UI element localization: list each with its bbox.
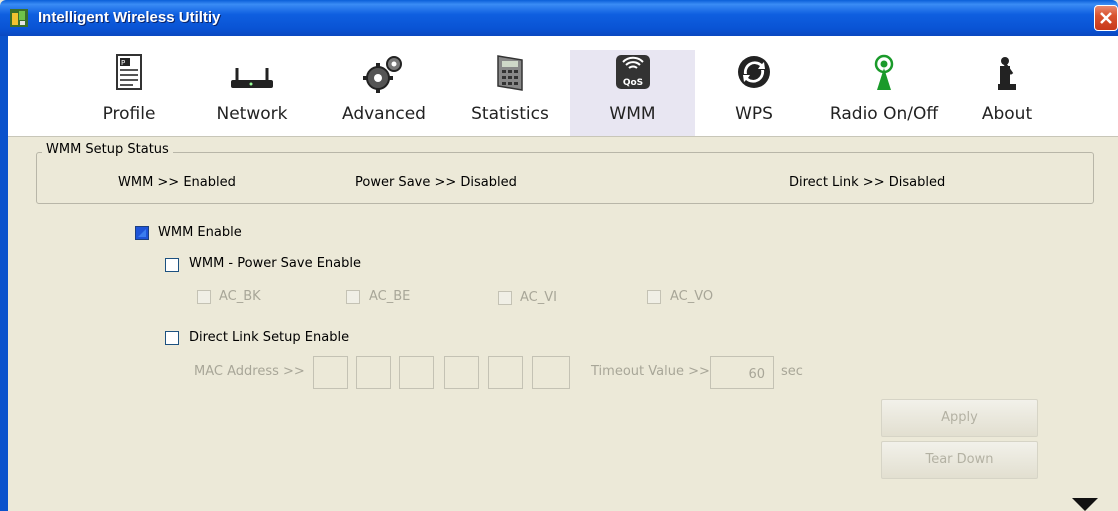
direct-link-enable-label: Direct Link Setup Enable xyxy=(189,330,350,345)
tab-advanced[interactable]: Advanced xyxy=(334,50,434,136)
tab-about[interactable]: About xyxy=(972,50,1042,136)
tab-wps[interactable]: WPS xyxy=(724,50,784,136)
tab-statistics-label: Statistics xyxy=(471,104,549,124)
wmm-status: WMM >> Enabled xyxy=(118,175,236,190)
wps-icon xyxy=(738,56,770,88)
direct-link-status: Direct Link >> Disabled xyxy=(789,175,946,190)
ac-bk-label: AC_BK xyxy=(219,289,261,304)
ac-be-label: AC_BE xyxy=(369,289,411,304)
svg-text:P: P xyxy=(121,59,125,67)
calculator-icon xyxy=(497,55,523,91)
toolbar: P Profile Network Advanced Statistics Qo… xyxy=(8,36,1118,137)
app-icon xyxy=(10,9,28,27)
tab-network-label: Network xyxy=(216,104,288,124)
tab-network[interactable]: Network xyxy=(204,50,300,136)
close-icon xyxy=(1100,12,1112,24)
mac-address-field-4[interactable] xyxy=(444,356,479,389)
tab-statistics[interactable]: Statistics xyxy=(460,50,560,136)
ac-vo-checkbox[interactable] xyxy=(647,290,661,304)
power-save-enable-label: WMM - Power Save Enable xyxy=(189,256,362,271)
tab-radio-onoff[interactable]: Radio On/Off xyxy=(814,50,954,136)
power-save-status: Power Save >> Disabled xyxy=(355,175,517,190)
about-icon xyxy=(998,57,1016,90)
apply-button[interactable]: Apply xyxy=(881,399,1038,437)
tab-profile[interactable]: P Profile xyxy=(84,50,174,136)
wmm-enable-checkbox[interactable] xyxy=(135,226,149,240)
direct-link-enable-checkbox[interactable] xyxy=(165,331,179,345)
wmm-enable-label: WMM Enable xyxy=(158,225,242,240)
tab-advanced-label: Advanced xyxy=(342,104,426,124)
window-border xyxy=(0,36,8,511)
mac-address-field-3[interactable] xyxy=(399,356,434,389)
close-button[interactable] xyxy=(1094,5,1118,31)
ac-vi-label: AC_VI xyxy=(520,290,557,305)
mac-address-field-2[interactable] xyxy=(356,356,391,389)
tab-wps-label: WPS xyxy=(735,104,773,124)
tab-about-label: About xyxy=(981,104,1033,124)
timeout-value-label: Timeout Value >> xyxy=(591,364,710,379)
ac-bk-checkbox[interactable] xyxy=(197,290,211,304)
timeout-value-input[interactable]: 60 xyxy=(710,356,774,389)
mac-address-field-1[interactable] xyxy=(313,356,348,389)
mac-address-field-5[interactable] xyxy=(488,356,523,389)
ac-vo-label: AC_VO xyxy=(670,289,714,304)
tab-radio-onoff-label: Radio On/Off xyxy=(829,104,939,124)
tab-profile-label: Profile xyxy=(102,104,156,124)
title-bar[interactable]: Intelligent Wireless Utiltiy xyxy=(0,0,1118,36)
gear-icon xyxy=(363,56,402,93)
mac-address-field-6[interactable] xyxy=(532,356,570,389)
radio-antenna-icon xyxy=(874,54,894,90)
mac-address-label: MAC Address >> xyxy=(194,364,305,379)
tab-wmm[interactable]: QoS WMM xyxy=(570,50,695,136)
profile-icon: P xyxy=(116,54,142,90)
timeout-unit: sec xyxy=(781,364,803,379)
power-save-enable-checkbox[interactable] xyxy=(165,258,179,272)
wmm-qos-icon: QoS xyxy=(615,55,650,89)
ac-vi-checkbox[interactable] xyxy=(498,291,512,305)
network-icon xyxy=(231,68,273,88)
qos-badge: QoS xyxy=(622,78,642,88)
scroll-down-arrow-icon[interactable] xyxy=(1070,496,1100,511)
window-title: Intelligent Wireless Utiltiy xyxy=(38,9,221,26)
tab-wmm-label: WMM xyxy=(609,104,656,124)
tear-down-button[interactable]: Tear Down xyxy=(881,441,1038,479)
wmm-setup-status-title: WMM Setup Status xyxy=(42,142,173,157)
ac-be-checkbox[interactable] xyxy=(346,290,360,304)
